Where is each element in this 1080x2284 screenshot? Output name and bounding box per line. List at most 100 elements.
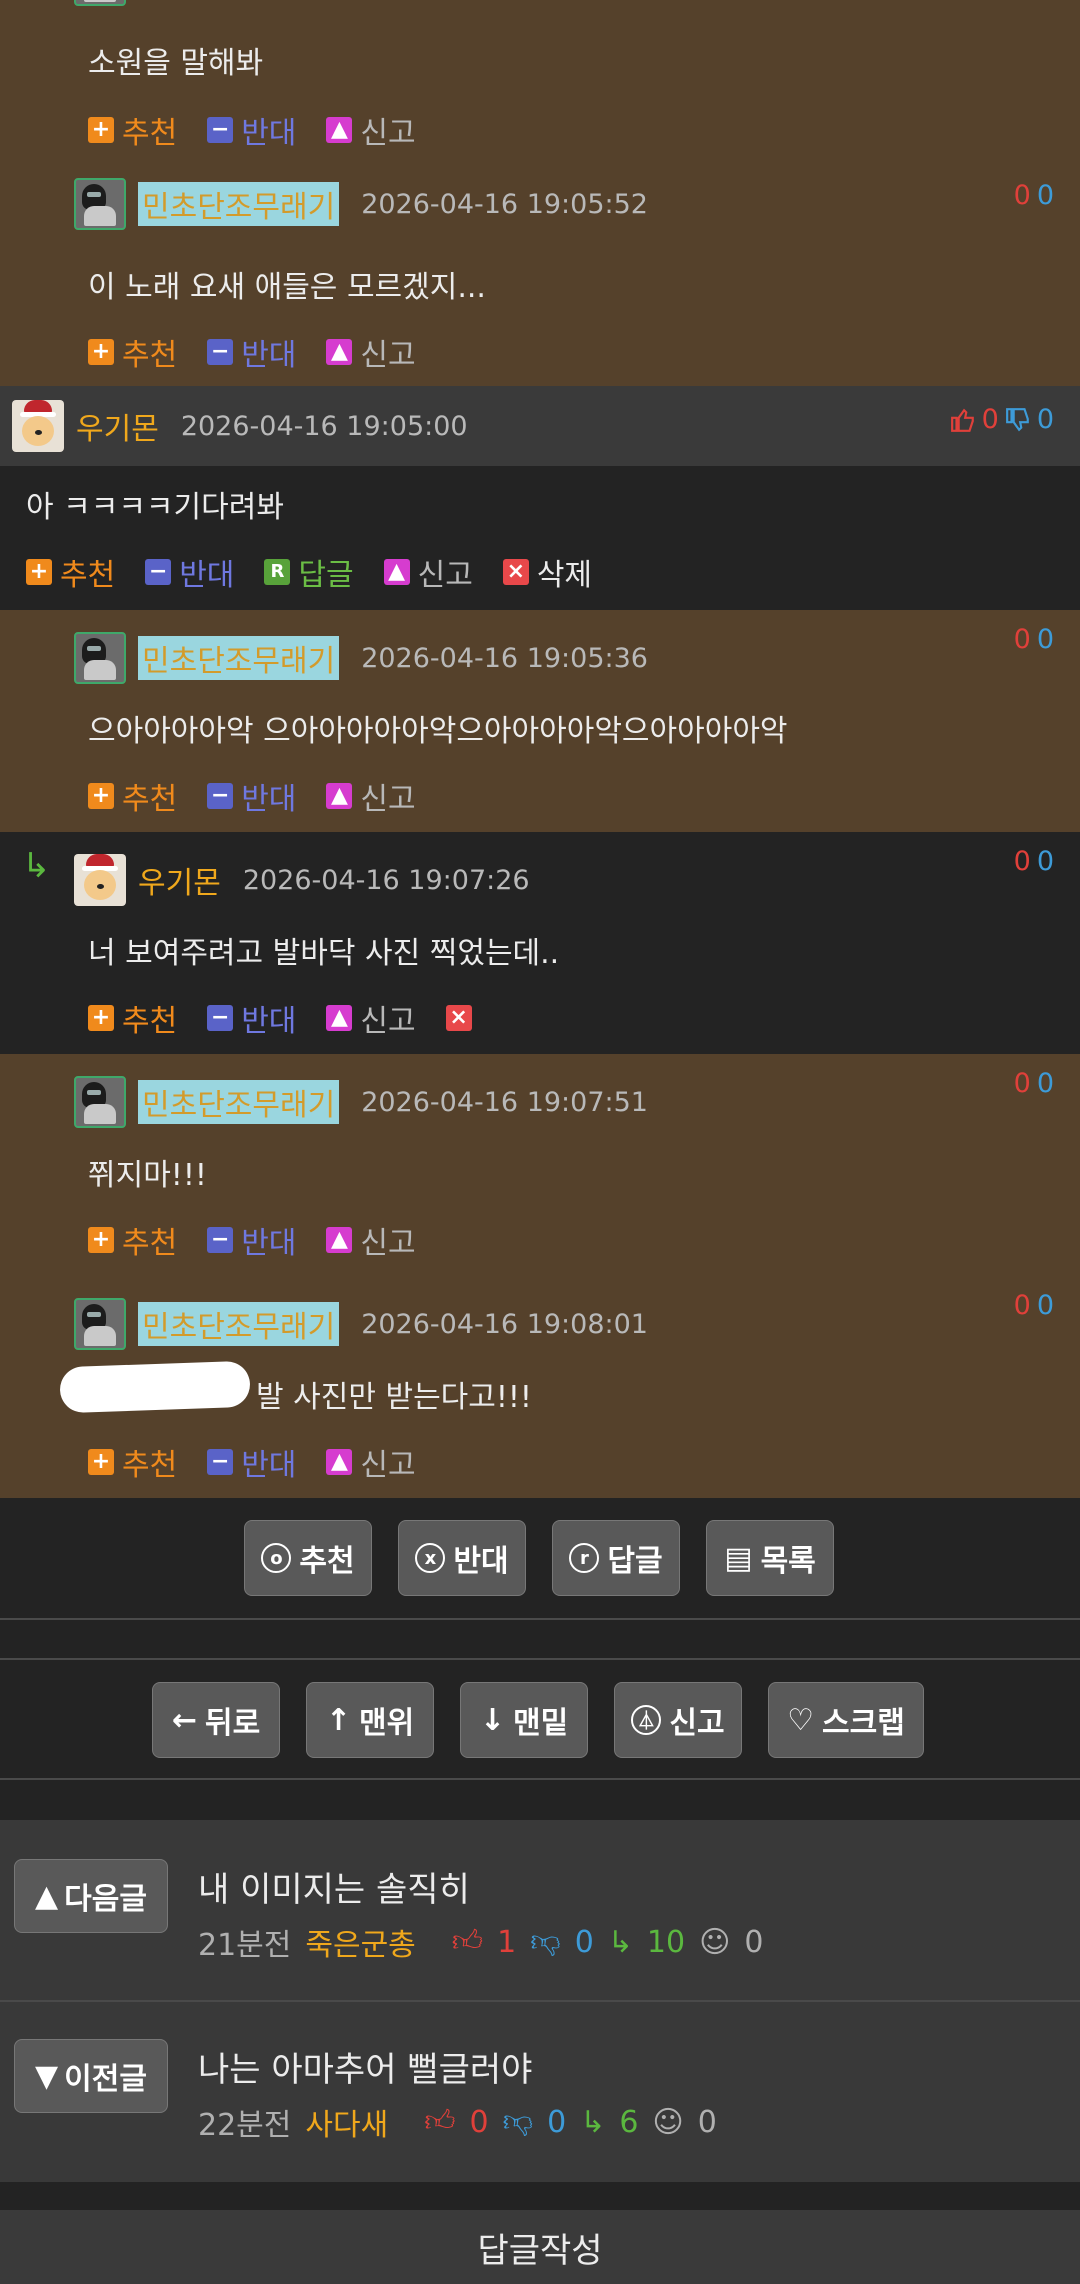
comment-nick[interactable]: 우기몬 xyxy=(138,858,221,902)
prev-post-meta: 22분전 사다새 👍︎ 0 👎︎ 0 ↳ 6 ☺ 0 xyxy=(198,2104,717,2143)
recommend-button[interactable]: + 추천 xyxy=(88,774,177,818)
divider xyxy=(0,1778,1080,1780)
minus-icon: − xyxy=(207,1227,234,1253)
siren-icon: ▲ xyxy=(326,1227,353,1253)
next-post-meta: 21분전 죽은군총 👍︎ 1 👎︎ 0 ↳ 10 ☺ 0 xyxy=(198,1924,764,1963)
thumbs-up-icon[interactable] xyxy=(950,407,976,433)
comment-block: 아 ㅋㅋㅋㅋ기다려봐 + 추천 − 반대 R 답글 ▲ 신고 × 삭제 xyxy=(0,466,1080,610)
bottom-button[interactable]: ↓ 맨밑 xyxy=(460,1682,588,1758)
comment-nick[interactable]: 민초단조무래기 xyxy=(138,1080,340,1124)
oppose-button[interactable]: − 반대 xyxy=(207,996,296,1040)
oppose-button[interactable]: − 반대 xyxy=(207,330,296,374)
comment-time: 2026-04-16 19:05:36 xyxy=(361,642,648,674)
report-button[interactable]: ▲ 신고 xyxy=(326,1440,416,1484)
prev-post[interactable]: ▼ 이전글 나는 아마추어 뻘글러야 22분전 사다새 👍︎ 0 👎︎ 0 ↳ 6 ☺ 0 xyxy=(0,2002,1080,2182)
next-post[interactable]: ▲ 다음글 내 이미지는 솔직히 21분전 죽은군총 👍︎ 1 👎︎ 0 ↳ 10 ☺ 0 xyxy=(0,1820,1080,2000)
post-recommend-button[interactable]: o 추천 xyxy=(244,1520,372,1596)
avatar[interactable] xyxy=(74,1076,126,1128)
minus-icon: − xyxy=(145,559,172,585)
thumbs-down-icon: 👎︎ xyxy=(530,1924,561,1959)
thumbs-up-icon: 👍︎ xyxy=(424,2104,456,2139)
recommend-button[interactable]: + 추천 xyxy=(88,996,177,1040)
post-list-button[interactable]: ▤ 목록 xyxy=(706,1520,834,1596)
close-icon: × xyxy=(502,559,529,585)
recommend-button[interactable]: + 추천 xyxy=(88,108,177,152)
close-icon: × xyxy=(445,1005,472,1031)
comment-time: 2026-04-16 19:07:51 xyxy=(361,1086,648,1118)
siren-icon: ▲ xyxy=(326,1449,353,1475)
siren-icon: ▲ xyxy=(383,559,410,585)
plus-icon: + xyxy=(88,339,114,365)
minus-icon: − xyxy=(207,117,234,143)
post-oppose-button[interactable]: x 반대 xyxy=(398,1520,526,1596)
comment-block: 민초단조무래기 2026-04-16 19:07:51 00 쮜지마!!! + 추… xyxy=(0,1054,1080,1498)
reply-arrow-icon: ↳ xyxy=(580,2104,606,2140)
report-button[interactable]: ▲ 신고 xyxy=(326,330,416,374)
siren-circle-icon: ⏃ xyxy=(631,1705,662,1735)
list-icon: ▤ xyxy=(724,1540,753,1576)
prev-post-title[interactable]: 나는 아마추어 뻘글러야 xyxy=(198,2042,532,2091)
report-button[interactable]: ▲ 신고 xyxy=(326,996,416,1040)
comment-nick[interactable]: 민초단조무래기 xyxy=(138,1302,340,1346)
avatar[interactable] xyxy=(74,632,126,684)
oppose-button[interactable]: − 반대 xyxy=(145,550,234,594)
oppose-button[interactable]: − 반대 xyxy=(207,774,296,818)
comment-nick[interactable]: 민초단조무래기 xyxy=(138,636,340,680)
plus-icon: + xyxy=(88,1227,114,1253)
comment-nick[interactable]: 민초단조무래기 xyxy=(138,182,340,226)
next-post-title[interactable]: 내 이미지는 솔직히 xyxy=(198,1862,470,1911)
report-button[interactable]: ▲ 신고 xyxy=(326,1218,416,1262)
top-button[interactable]: ↑ 맨위 xyxy=(306,1682,434,1758)
comment-time: 2026-04-16 19:08:01 xyxy=(361,1308,648,1340)
comment-nick[interactable]: 우기몬 xyxy=(76,404,159,448)
post-reply-button[interactable]: r 답글 xyxy=(552,1520,680,1596)
report-button[interactable]: ▲ 신고 xyxy=(326,774,416,818)
comment-block: 민초단조무래기 2026-04-16 19:05:36 00 으아아아아악 으아… xyxy=(0,610,1080,832)
report-button[interactable]: ▲ 신고 xyxy=(326,108,416,152)
arrow-left-icon: ← xyxy=(171,1702,197,1738)
oppose-button[interactable]: − 반대 xyxy=(207,108,296,152)
recommend-button[interactable]: + 추천 xyxy=(26,550,115,594)
plus-icon: + xyxy=(88,117,114,143)
comment-text: 으아아아아악 으아아아아아악으아아아아악으아아아아악 xyxy=(88,714,788,749)
comment-votes: 00 xyxy=(1013,1290,1054,1321)
minus-icon: − xyxy=(207,1005,234,1031)
comment-time: 2026-04-16 19:05:52 xyxy=(361,188,648,220)
avatar xyxy=(74,0,126,6)
reply-button[interactable]: R 답글 xyxy=(264,550,354,594)
reply-icon: R xyxy=(264,559,291,585)
avatar[interactable] xyxy=(74,178,126,230)
scrap-button[interactable]: ♡ 스크랩 xyxy=(768,1682,924,1758)
oppose-button[interactable]: − 반대 xyxy=(207,1218,296,1262)
compose-reply-button[interactable]: 답글작성 xyxy=(0,2210,1080,2284)
avatar[interactable] xyxy=(74,1298,126,1350)
minus-icon: − xyxy=(207,1449,234,1475)
triangle-down-icon: ▼ xyxy=(35,2058,59,2094)
avatar[interactable] xyxy=(74,854,126,906)
avatar[interactable] xyxy=(12,400,64,452)
triangle-up-icon: ▲ xyxy=(35,1878,59,1914)
comment-text: 아 ㅋㅋㅋㅋ기다려봐 xyxy=(26,490,284,525)
delete-button[interactable]: × 삭제 xyxy=(502,550,592,594)
siren-icon: ▲ xyxy=(326,339,353,365)
comment-votes: 00 xyxy=(1013,1068,1054,1099)
recommend-button[interactable]: + 추천 xyxy=(88,1218,177,1262)
heart-icon: ♡ xyxy=(787,1702,815,1738)
siren-icon: ▲ xyxy=(326,783,353,809)
smiley-icon: ☺ xyxy=(699,1924,731,1960)
comment-text: 이 노래 요새 애들은 모르겠지... xyxy=(88,270,486,305)
comment-block: 소원을 말해봐 + 추천 − 반대 ▲ 신고 민초단조무래기 2026-04-16 1… xyxy=(0,0,1080,386)
next-post-button[interactable]: ▲ 다음글 xyxy=(14,1859,168,1933)
report-button[interactable]: ▲ 신고 xyxy=(383,550,473,594)
delete-button[interactable]: × xyxy=(445,1005,480,1031)
recommend-button[interactable]: + 추천 xyxy=(88,1440,177,1484)
back-button[interactable]: ← 뒤로 xyxy=(152,1682,280,1758)
prev-post-button[interactable]: ▼ 이전글 xyxy=(14,2039,168,2113)
oppose-button[interactable]: − 반대 xyxy=(207,1440,296,1484)
comment-header: 우기몬 2026-04-16 19:05:00 0 0 xyxy=(0,386,1080,466)
report-post-button[interactable]: ⏃ 신고 xyxy=(614,1682,742,1758)
siren-icon: ▲ xyxy=(326,1005,353,1031)
thumbs-down-icon[interactable] xyxy=(1005,407,1031,433)
recommend-button[interactable]: + 추천 xyxy=(88,330,177,374)
siren-icon: ▲ xyxy=(326,117,353,143)
